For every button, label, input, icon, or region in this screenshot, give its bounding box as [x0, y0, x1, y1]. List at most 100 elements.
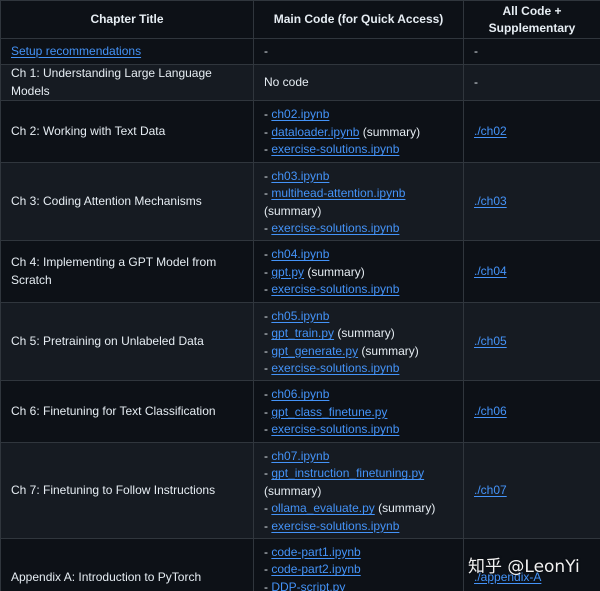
table-header-row: Chapter Title Main Code (for Quick Acces… — [0, 0, 600, 39]
folder-link[interactable]: ./ch07 — [474, 483, 507, 497]
chapter-title-cell: Ch 7: Finetuning to Follow Instructions — [0, 442, 254, 539]
main-code-item: - ch04.ipynb — [264, 246, 453, 264]
folder-link[interactable]: ./ch03 — [474, 194, 507, 208]
table-row: Ch 4: Implementing a GPT Model from Scra… — [0, 240, 600, 303]
main-code-item: - dataloader.ipynb (summary) — [264, 124, 453, 142]
header-chapter-title: Chapter Title — [0, 0, 254, 39]
chapter-title-cell: Ch 1: Understanding Large Language Model… — [0, 64, 254, 101]
code-file-link[interactable]: ch02.ipynb — [271, 107, 329, 121]
main-code-cell: - ch07.ipynb - gpt_instruction_finetuning… — [253, 442, 464, 539]
all-code-cell: - — [463, 64, 600, 101]
code-file-link[interactable]: gpt_generate.py — [271, 344, 358, 358]
chapter-title: Ch 2: Working with Text Data — [11, 123, 166, 138]
code-note: No code — [264, 74, 309, 89]
empty-dash: - — [474, 43, 478, 58]
all-code-cell: ./appendix-A — [463, 538, 600, 591]
setup-recommendations-link[interactable]: Setup recommendations — [11, 44, 141, 58]
code-file-link[interactable]: DDP-script.py — [271, 580, 345, 591]
main-code-item: - — [264, 43, 453, 61]
main-code-item: - ch06.ipynb — [264, 386, 453, 404]
folder-link[interactable]: ./ch04 — [474, 264, 507, 278]
main-code-item: - exercise-solutions.ipynb — [264, 518, 453, 536]
code-note: (summary) — [264, 483, 322, 498]
chapter-title-cell: Appendix A: Introduction to PyTorch — [0, 538, 254, 591]
code-file-link[interactable]: gpt_train.py — [271, 326, 334, 340]
empty-dash: - — [474, 74, 478, 89]
main-code-item: - exercise-solutions.ipynb — [264, 220, 453, 238]
summary-note: (summary) — [334, 326, 395, 340]
header-all-code: All Code + Supplementary — [463, 0, 600, 39]
chapter-title-cell: Ch 2: Working with Text Data — [0, 100, 254, 163]
main-code-item: - code-part1.ipynb — [264, 544, 453, 562]
code-file-link[interactable]: ch06.ipynb — [271, 387, 329, 401]
main-code-item: - exercise-solutions.ipynb — [264, 281, 453, 299]
main-code-cell: - ch04.ipynb - gpt.py (summary) - exercise… — [253, 240, 464, 303]
main-code-item: - gpt_generate.py (summary) — [264, 343, 453, 361]
all-code-cell: ./ch07 — [463, 442, 600, 539]
main-code-item: - DDP-script.py — [264, 579, 453, 591]
table-row: Ch 2: Working with Text Data - ch02.ipynb… — [0, 100, 600, 163]
code-file-link[interactable]: ch03.ipynb — [271, 169, 329, 183]
code-file-link[interactable]: ollama_evaluate.py — [271, 501, 374, 515]
table-row: Ch 7: Finetuning to Follow Instructions -… — [0, 442, 600, 539]
code-file-link[interactable]: ch04.ipynb — [271, 247, 329, 261]
code-file-link[interactable]: exercise-solutions.ipynb — [271, 519, 399, 533]
main-code-item: - gpt_instruction_finetuning.py — [264, 465, 453, 483]
main-code-cell: - code-part1.ipynb - code-part2.ipynb - DD… — [253, 538, 464, 591]
table-row: Ch 6: Finetuning for Text Classification… — [0, 380, 600, 443]
code-file-link[interactable]: exercise-solutions.ipynb — [271, 282, 399, 296]
main-code-item: - ch07.ipynb — [264, 448, 453, 466]
screenshot-root: Chapter Title Main Code (for Quick Acces… — [0, 0, 600, 591]
table-body: Setup recommendations - - Ch 1: Understandi… — [0, 38, 600, 591]
main-code-cell: - ch06.ipynb - gpt_class_finetune.py - exe… — [253, 380, 464, 443]
main-code-cell: - ch03.ipynb - multihead-attention.ipynb(… — [253, 162, 464, 241]
summary-note: (summary) — [374, 501, 436, 516]
main-code-item: - ch02.ipynb — [264, 106, 453, 124]
summary-note: (summary) — [358, 343, 419, 358]
table-row: Setup recommendations - - — [0, 38, 600, 65]
chapter-title: Appendix A: Introduction to PyTorch — [11, 569, 202, 584]
code-note: - — [264, 43, 268, 58]
code-file-link[interactable]: ch07.ipynb — [271, 449, 329, 463]
table-row: Ch 1: Understanding Large Language Model… — [0, 64, 600, 101]
folder-link[interactable]: ./ch02 — [474, 124, 507, 138]
all-code-cell: ./ch03 — [463, 162, 600, 241]
main-code-item: - code-part2.ipynb — [264, 561, 453, 579]
chapter-title-cell: Ch 5: Pretraining on Unlabeled Data — [0, 302, 254, 381]
main-code-cell: - ch05.ipynb - gpt_train.py (summary) - gp… — [253, 302, 464, 381]
code-file-link[interactable]: exercise-solutions.ipynb — [271, 361, 399, 375]
code-file-link[interactable]: gpt_instruction_finetuning.py — [271, 466, 424, 480]
summary-note: (summary) — [359, 124, 421, 139]
folder-link[interactable]: ./appendix-A — [474, 570, 541, 584]
all-code-cell: - — [463, 38, 600, 65]
code-file-link[interactable]: exercise-solutions.ipynb — [271, 221, 399, 235]
all-code-cell: ./ch06 — [463, 380, 600, 443]
code-file-link[interactable]: ch05.ipynb — [271, 309, 329, 323]
code-file-link[interactable]: multihead-attention.ipynb — [271, 186, 405, 200]
chapter-title: Ch 1: Understanding Large Language Model… — [11, 66, 212, 98]
folder-link[interactable]: ./ch05 — [474, 334, 507, 348]
code-file-link[interactable]: code-part2.ipynb — [271, 562, 360, 576]
main-code-cell: - — [253, 38, 464, 65]
chapter-title: Ch 7: Finetuning to Follow Instructions — [11, 482, 216, 497]
code-file-link[interactable]: dataloader.ipynb — [271, 125, 359, 139]
chapter-title-cell: Setup recommendations — [0, 38, 254, 65]
code-file-link[interactable]: exercise-solutions.ipynb — [271, 422, 399, 436]
main-code-item: - exercise-solutions.ipynb — [264, 421, 453, 439]
main-code-item: - gpt.py (summary) — [264, 264, 453, 282]
folder-link[interactable]: ./ch06 — [474, 404, 507, 418]
main-code-item: - exercise-solutions.ipynb — [264, 141, 453, 159]
table-row: Appendix A: Introduction to PyTorch - cod… — [0, 538, 600, 591]
main-code-item: No code — [264, 74, 453, 92]
chapter-title: Ch 3: Coding Attention Mechanisms — [11, 193, 202, 208]
code-file-link[interactable]: exercise-solutions.ipynb — [271, 142, 399, 156]
code-file-link[interactable]: gpt.py — [271, 265, 304, 279]
code-file-link[interactable]: gpt_class_finetune.py — [271, 405, 387, 419]
main-code-item: - ch03.ipynb — [264, 168, 453, 186]
code-file-link[interactable]: code-part1.ipynb — [271, 545, 360, 559]
chapter-title: Ch 6: Finetuning for Text Classification — [11, 403, 216, 418]
all-code-cell: ./ch02 — [463, 100, 600, 163]
main-code-item: - gpt_train.py (summary) — [264, 325, 453, 343]
main-code-item: (summary) — [264, 483, 453, 501]
main-code-item: - gpt_class_finetune.py — [264, 404, 453, 422]
